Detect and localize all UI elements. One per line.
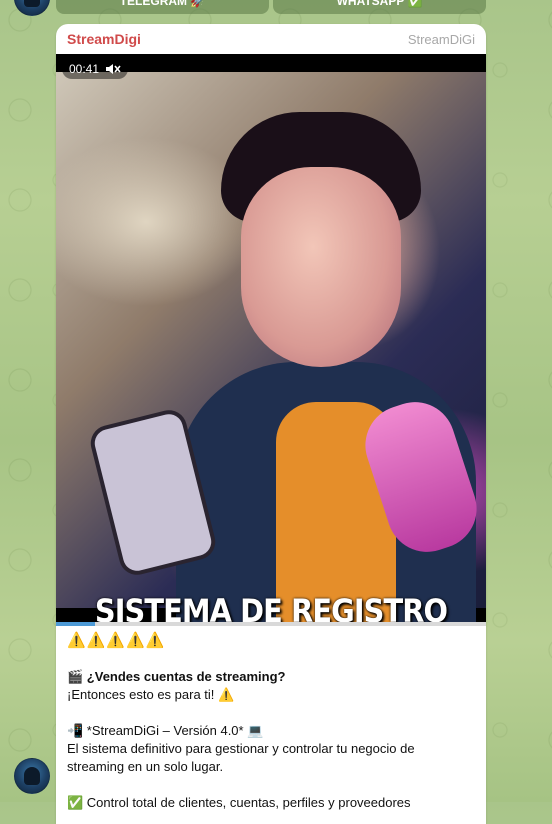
muted-speaker-icon[interactable]	[105, 63, 121, 75]
message-text: ⚠️⚠️⚠️⚠️⚠️ 🎬 ¿Vendes cuentas de streamin…	[56, 626, 486, 812]
via-label: StreamDiGi	[407, 31, 475, 47]
description-line-2: streaming en un solo lugar.	[67, 759, 224, 774]
answer-line: ¡Entonces esto es para ti! ⚠️	[67, 687, 235, 702]
video-time-badge[interactable]: 00:41	[62, 59, 129, 79]
version-line: 📲 *StreamDiGi – Versión 4.0* 💻	[67, 723, 264, 738]
sender-name[interactable]: StreamDigi	[67, 31, 141, 47]
video-time: 00:41	[69, 62, 100, 76]
channel-avatar-top[interactable]	[14, 0, 50, 16]
feature-line-1: ✅ Control total de clientes, cuentas, pe…	[67, 795, 411, 810]
message-header: StreamDigi StreamDiGi	[56, 24, 486, 54]
message-bubble: StreamDigi StreamDiGi SISTEMA DE REGISTR…	[56, 24, 486, 824]
question-line: 🎬 ¿Vendes cuentas de streaming?	[67, 669, 286, 684]
video-figure-face	[241, 167, 401, 367]
video-progress-track[interactable]	[56, 622, 486, 626]
video-progress-fill	[56, 622, 95, 626]
channel-avatar-bottom[interactable]	[14, 758, 50, 794]
video-frame: SISTEMA DE REGISTRO	[56, 72, 486, 626]
description-line-1: El sistema definitivo para gestionar y c…	[67, 741, 415, 756]
whatsapp-button[interactable]: WHATSAPP ✅	[273, 0, 486, 14]
telegram-button[interactable]: TELEGRAM 🚀	[56, 0, 269, 14]
video-player[interactable]: SISTEMA DE REGISTRO 00:41	[56, 54, 486, 626]
video-caption-overlay: SISTEMA DE REGISTRO	[94, 592, 448, 626]
inline-keyboard: TELEGRAM 🚀 WHATSAPP ✅	[56, 0, 486, 14]
warnings-line: ⚠️⚠️⚠️⚠️⚠️	[67, 632, 166, 649]
